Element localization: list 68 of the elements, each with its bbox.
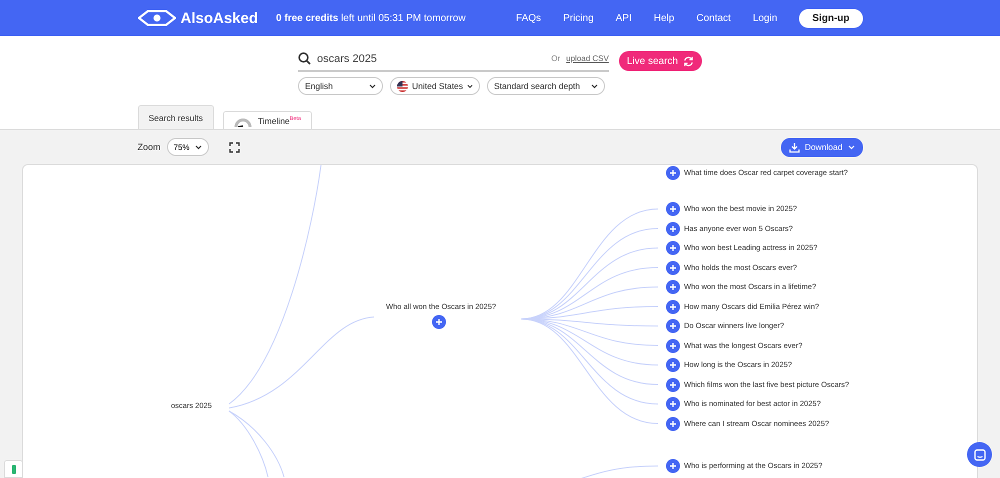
plus-icon: [669, 264, 677, 272]
expand-button[interactable]: [666, 241, 680, 255]
credits-text: 0 free credits left until 05:31 PM tomorrow: [276, 12, 466, 24]
eye-logo-icon: [138, 10, 176, 26]
tab[interactable]: Search results: [138, 105, 214, 129]
plus-icon: [669, 462, 677, 470]
plus-icon: [669, 420, 677, 428]
expand-button[interactable]: [666, 202, 680, 216]
expand-button[interactable]: [666, 319, 680, 333]
plus-icon: [669, 400, 677, 408]
plus-icon: [669, 224, 677, 232]
expand-button[interactable]: [666, 459, 680, 473]
zoom-label: Zoom: [138, 142, 161, 152]
upload-csv-link[interactable]: upload CSV: [566, 54, 609, 63]
logo-text: AlsoAsked: [180, 10, 258, 26]
chevron-down-icon: [848, 144, 854, 150]
expand-button[interactable]: [666, 338, 680, 352]
refresh-icon: [683, 56, 694, 66]
chevron-down-icon: [369, 84, 376, 88]
expand-button[interactable]: [666, 260, 680, 274]
nav-link[interactable]: Help: [654, 12, 674, 24]
nav-link[interactable]: API: [616, 12, 632, 24]
plus-icon: [669, 380, 677, 388]
expand-button[interactable]: [666, 416, 680, 430]
live-search-button[interactable]: Live search: [618, 51, 702, 71]
signup-button[interactable]: Sign-up: [799, 8, 862, 28]
plus-icon: [669, 302, 677, 310]
plus-icon: [669, 244, 677, 252]
expand-button[interactable]: [666, 222, 680, 236]
expand-button[interactable]: [666, 358, 680, 372]
plus-icon: [669, 283, 677, 291]
chat-button[interactable]: [967, 442, 992, 467]
status-tab[interactable]: [4, 460, 23, 478]
expand-button[interactable]: [432, 315, 446, 329]
filter-select[interactable]: Standard search depth: [487, 77, 605, 95]
filter-select[interactable]: English: [298, 77, 383, 95]
chevron-down-icon: [194, 144, 202, 150]
nav-link[interactable]: Contact: [696, 12, 731, 24]
expand-button[interactable]: [666, 378, 680, 392]
zoom-select[interactable]: 75%: [166, 138, 209, 156]
tab[interactable]: Timeline$^{Beta}$: [222, 111, 312, 129]
plus-icon: [669, 205, 677, 213]
plus-icon: [669, 322, 677, 330]
plus-icon: [435, 318, 443, 326]
plus-icon: [669, 169, 677, 177]
connector-line: [228, 410, 284, 478]
flag-icon: [397, 80, 408, 92]
chat-icon: [974, 448, 986, 460]
chevron-down-icon: [467, 84, 473, 88]
or-text: Or: [551, 54, 560, 63]
chevron-down-icon: [591, 84, 598, 88]
fullscreen-icon[interactable]: [228, 142, 240, 152]
expand-button[interactable]: [666, 166, 680, 180]
expand-button[interactable]: [666, 280, 680, 294]
nav-link[interactable]: Login: [752, 12, 778, 24]
search-field[interactable]: oscars 2025 Or upload CSV: [298, 50, 609, 72]
expand-button[interactable]: [666, 397, 680, 411]
nav-link[interactable]: Pricing: [563, 12, 594, 24]
expand-button[interactable]: [666, 300, 680, 314]
nav-link[interactable]: FAQs: [516, 12, 542, 24]
plus-icon: [669, 342, 677, 350]
signal-icon: [12, 464, 16, 474]
filter-select[interactable]: United States: [390, 77, 480, 95]
plus-icon: [669, 361, 677, 369]
download-button[interactable]: Download: [780, 138, 862, 156]
connector-line: [228, 410, 268, 478]
search-icon: [298, 52, 311, 65]
download-icon: [788, 142, 800, 152]
